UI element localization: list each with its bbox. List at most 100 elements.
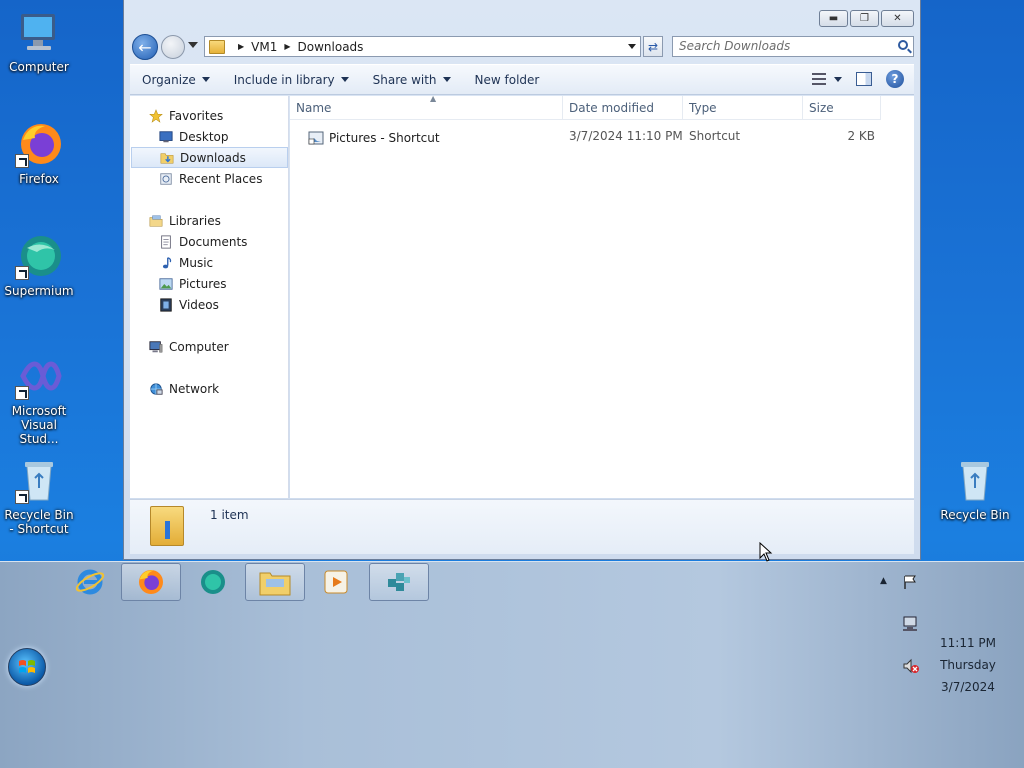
nav-item-videos[interactable]: Videos	[158, 294, 288, 315]
nav-item-computer[interactable]: Computer	[148, 336, 288, 357]
navigation-pane: Favorites Desktop Downloads Recent Place…	[130, 96, 289, 498]
nav-label: Videos	[179, 297, 219, 312]
desktop-icon-recycle-bin-shortcut[interactable]: Recycle Bin - Shortcut	[1, 456, 77, 536]
nav-item-downloads[interactable]: Downloads	[131, 147, 288, 168]
taskbar-media-player[interactable]	[307, 563, 367, 601]
folder-downloads-icon	[150, 506, 184, 546]
minimize-button[interactable]: ▬	[819, 10, 848, 27]
column-header-type[interactable]: Type	[683, 96, 803, 119]
nav-item-documents[interactable]: Documents	[158, 231, 288, 252]
firefox-icon	[15, 120, 63, 168]
table-row[interactable]: Pictures - Shortcut 3/7/2024 11:10 PM Sh…	[290, 129, 914, 147]
new-folder-button[interactable]: New folder	[463, 73, 552, 87]
maximize-button[interactable]: ❐	[850, 10, 879, 27]
organize-button[interactable]: Organize	[130, 73, 222, 87]
desktop-icon-label: Recycle Bin	[940, 508, 1010, 522]
start-button[interactable]	[8, 648, 46, 686]
breadcrumb-vm1[interactable]: VM1	[251, 40, 277, 54]
network-status-icon[interactable]	[902, 616, 918, 635]
image-shortcut-icon	[308, 131, 324, 145]
folder-downloads-icon	[209, 39, 225, 54]
taskbar-registry-editor[interactable]	[369, 563, 429, 601]
music-icon	[162, 256, 172, 268]
taskbar-file-explorer[interactable]	[245, 563, 305, 601]
nav-item-desktop[interactable]: Desktop	[158, 126, 288, 147]
clock-day: Thursday	[940, 658, 996, 672]
shortcut-arrow-icon	[15, 266, 29, 280]
view-list-icon	[812, 73, 826, 85]
nav-item-recent-places[interactable]: Recent Places	[158, 168, 288, 189]
desktop-icon-label: Firefox	[19, 172, 59, 186]
change-view-button[interactable]	[812, 73, 842, 85]
address-bar[interactable]: ▶ VM1 ▶ Downloads	[204, 36, 641, 57]
share-with-button[interactable]: Share with	[361, 73, 463, 87]
nav-label: Favorites	[169, 108, 224, 123]
details-pane: 1 item	[130, 499, 914, 554]
desktop-icon-recycle-bin[interactable]: Recycle Bin	[937, 456, 1013, 522]
chevron-down-icon	[834, 76, 842, 82]
firefox-icon	[139, 570, 163, 594]
chevron-down-icon[interactable]	[628, 44, 636, 49]
file-date-modified: 3/7/2024 11:10 PM	[569, 129, 683, 143]
breadcrumb-downloads[interactable]: Downloads	[298, 40, 364, 54]
taskbar-supermium[interactable]	[183, 563, 243, 601]
search-input[interactable]: Search Downloads	[672, 36, 914, 57]
chevron-down-icon	[442, 77, 451, 82]
clock-time: 11:11 PM	[940, 636, 996, 650]
caption-buttons: ▬ ❐ ✕	[819, 10, 914, 27]
nav-label: Computer	[169, 339, 229, 354]
recent-pages-dropdown[interactable]	[188, 42, 198, 48]
desktop-icon-firefox[interactable]: Firefox	[1, 120, 77, 186]
nav-item-network[interactable]: Network	[148, 378, 288, 399]
nav-label: Network	[169, 381, 220, 396]
registry-editor-icon	[388, 573, 410, 591]
nav-item-pictures[interactable]: Pictures	[158, 273, 288, 294]
chevron-right-icon[interactable]: ▶	[238, 42, 244, 51]
close-icon: ✕	[893, 13, 902, 24]
volume-muted-icon[interactable]	[902, 658, 920, 677]
show-hidden-icons-button[interactable]: ▲	[880, 576, 887, 586]
desktop-icon	[159, 130, 173, 142]
back-button[interactable]: ←	[132, 34, 158, 60]
forward-button[interactable]	[161, 35, 185, 59]
clock[interactable]: 11:11 PM Thursday 3/7/2024	[930, 632, 1006, 698]
nav-item-libraries[interactable]: Libraries	[148, 210, 288, 231]
help-button[interactable]: ?	[886, 70, 904, 88]
pictures-icon	[159, 277, 173, 290]
preview-pane-button[interactable]	[856, 72, 872, 86]
nav-label: Recent Places	[179, 171, 263, 186]
desktop-icon-computer[interactable]: Computer	[1, 8, 77, 74]
computer-icon	[15, 8, 63, 56]
share-with-label: Share with	[372, 72, 437, 87]
column-header-size[interactable]: Size	[803, 96, 881, 119]
recycle-bin-icon	[15, 456, 63, 504]
desktop-icon-visual-studio[interactable]: Microsoft Visual Stud...	[1, 352, 77, 446]
file-list: ▲ Name Date modified Type Size Pictures …	[290, 94, 914, 498]
item-count: 1 item	[210, 508, 249, 522]
refresh-icon: ⇄	[647, 39, 659, 54]
chevron-right-icon[interactable]: ▶	[284, 42, 290, 51]
nav-label: Pictures	[179, 276, 227, 291]
close-button[interactable]: ✕	[881, 10, 914, 27]
supermium-icon	[201, 570, 225, 594]
recycle-bin-icon	[951, 456, 999, 504]
refresh-button[interactable]: ⇄	[643, 36, 663, 57]
sort-ascending-icon: ▲	[430, 94, 437, 103]
nav-item-music[interactable]: Music	[158, 252, 288, 273]
include-in-library-button[interactable]: Include in library	[222, 73, 361, 87]
visual-studio-icon	[15, 352, 63, 400]
column-header-name[interactable]: Name	[290, 96, 563, 119]
nav-label: Documents	[179, 234, 248, 249]
taskbar-firefox[interactable]	[121, 563, 181, 601]
column-headers: ▲ Name Date modified Type Size	[290, 94, 881, 120]
nav-item-favorites[interactable]: Favorites	[148, 105, 288, 126]
videos-icon	[160, 297, 172, 312]
taskbar-internet-explorer[interactable]	[60, 563, 120, 601]
desktop-icon-label: Recycle Bin - Shortcut	[4, 508, 74, 536]
shortcut-arrow-icon	[15, 490, 29, 504]
action-center-icon[interactable]	[902, 574, 918, 593]
command-bar: Organize Include in library Share with N…	[130, 64, 914, 95]
desktop-icon-supermium[interactable]: Supermium	[1, 232, 77, 298]
column-header-date-modified[interactable]: Date modified	[563, 96, 683, 119]
file-type: Shortcut	[689, 129, 741, 143]
